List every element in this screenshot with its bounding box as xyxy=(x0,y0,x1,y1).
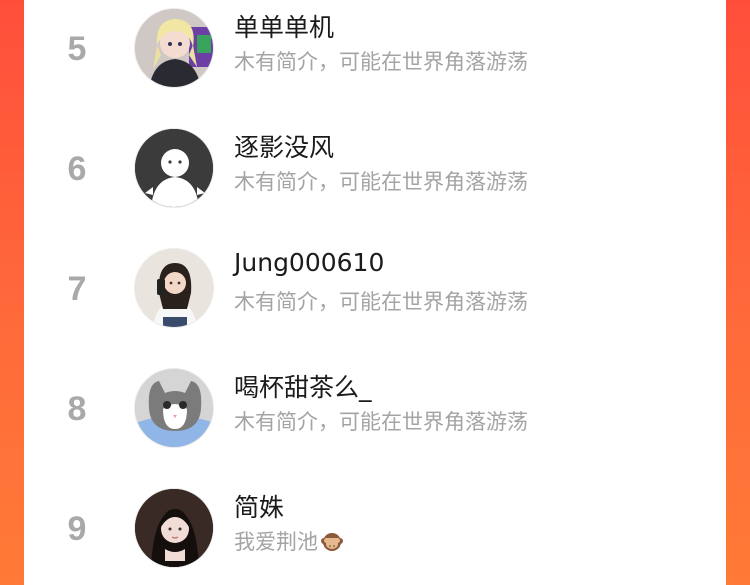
rank-number: 8 xyxy=(67,390,87,428)
default-ghost-avatar xyxy=(135,129,213,207)
user-avatar[interactable] xyxy=(134,8,214,88)
ranking-row[interactable]: 8 喝杯甜茶么_ 木有简介，可能在世界角落游荡 xyxy=(24,348,726,468)
rank-number: 9 xyxy=(67,510,87,548)
ranking-row[interactable]: 6 逐影没风 木有简介，可能在世界角落游荡 xyxy=(24,108,726,228)
user-bio: 木有简介，可能在世界角落游荡 xyxy=(234,170,528,194)
see-no-evil-monkey-icon xyxy=(320,529,344,558)
ranking-row[interactable]: 7 Jung000610 木有简介，可能在世界角落游荡 xyxy=(24,228,726,348)
user-bio: 木有简介，可能在世界角落游荡 xyxy=(234,290,528,314)
user-bio: 木有简介，可能在世界角落游荡 xyxy=(234,50,528,74)
ranking-row[interactable]: 9 简姝 我爱荆池 xyxy=(24,468,726,585)
user-bio: 我爱荆池 xyxy=(234,526,344,558)
user-avatar[interactable] xyxy=(134,488,214,568)
user-bio-text: 我爱荆池 xyxy=(234,530,318,554)
girl-selfie-avatar xyxy=(135,249,213,327)
rank-number: 7 xyxy=(67,270,87,308)
user-avatar[interactable] xyxy=(134,128,214,208)
ranking-list-panel: 5 单单单机 木有简介，可能在世界角落游荡 6 逐影没风 木有简介，可能在世界角… xyxy=(24,0,726,585)
cat-photo-avatar xyxy=(135,369,213,447)
girl-portrait-avatar xyxy=(135,489,213,567)
user-name: Jung000610 xyxy=(234,248,385,277)
ranking-row[interactable]: 5 单单单机 木有简介，可能在世界角落游荡 xyxy=(24,0,726,108)
user-name: 逐影没风 xyxy=(234,133,335,162)
rank-number: 6 xyxy=(67,150,87,188)
anime-girl-avatar xyxy=(135,9,213,87)
user-name: 喝杯甜茶么_ xyxy=(234,373,372,402)
user-name: 简姝 xyxy=(234,493,285,522)
rank-number: 5 xyxy=(67,30,87,68)
user-name: 单单单机 xyxy=(234,13,335,42)
user-avatar[interactable] xyxy=(134,368,214,448)
user-bio: 木有简介，可能在世界角落游荡 xyxy=(234,410,528,434)
user-avatar[interactable] xyxy=(134,248,214,328)
